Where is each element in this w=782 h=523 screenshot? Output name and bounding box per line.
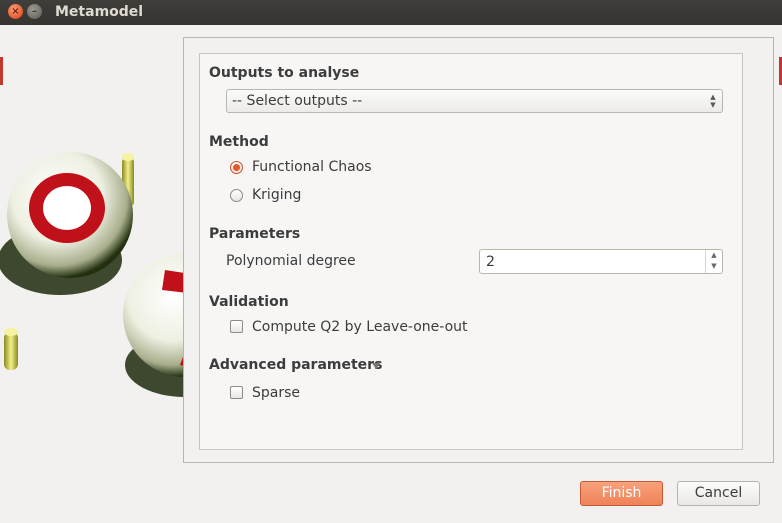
outputs-select[interactable]: -- Select outputs -- ▲ ▼ — [226, 89, 723, 113]
outputs-heading: Outputs to analyse — [209, 65, 360, 81]
expand-arrow-icon[interactable] — [372, 363, 380, 369]
polynomial-degree-label: Polynomial degree — [226, 253, 356, 269]
window-title: Metamodel — [55, 4, 144, 20]
select-arrows-icon: ▲ ▼ — [710, 93, 716, 109]
spin-arrows-icon[interactable]: ▲ ▼ — [705, 250, 722, 273]
minimize-icon[interactable]: – — [27, 4, 42, 19]
compute-q2-label: Compute Q2 by Leave-one-out — [252, 319, 468, 335]
cancel-button[interactable]: Cancel — [677, 481, 760, 506]
sparse-checkbox[interactable] — [230, 386, 243, 399]
functional-chaos-label: Functional Chaos — [252, 159, 372, 175]
title-bar: × – Metamodel — [0, 0, 782, 25]
polynomial-degree-spinbox[interactable]: 2 ▲ ▼ — [479, 249, 723, 274]
validation-heading: Validation — [209, 294, 289, 310]
method-heading: Method — [209, 134, 269, 150]
left-edge-mark — [0, 57, 3, 85]
parameters-heading: Parameters — [209, 226, 301, 242]
close-icon[interactable]: × — [8, 4, 23, 19]
kriging-radio[interactable] — [230, 189, 243, 202]
compute-q2-checkbox[interactable] — [230, 320, 243, 333]
sparse-label: Sparse — [252, 385, 301, 401]
finish-button[interactable]: Finish — [580, 481, 663, 506]
advanced-parameters-heading[interactable]: Advanced parameters — [209, 357, 382, 373]
functional-chaos-radio[interactable] — [230, 161, 243, 174]
outputs-select-value: -- Select outputs -- — [232, 93, 363, 109]
kriging-label: Kriging — [252, 187, 302, 203]
polynomial-degree-value: 2 — [486, 254, 495, 270]
